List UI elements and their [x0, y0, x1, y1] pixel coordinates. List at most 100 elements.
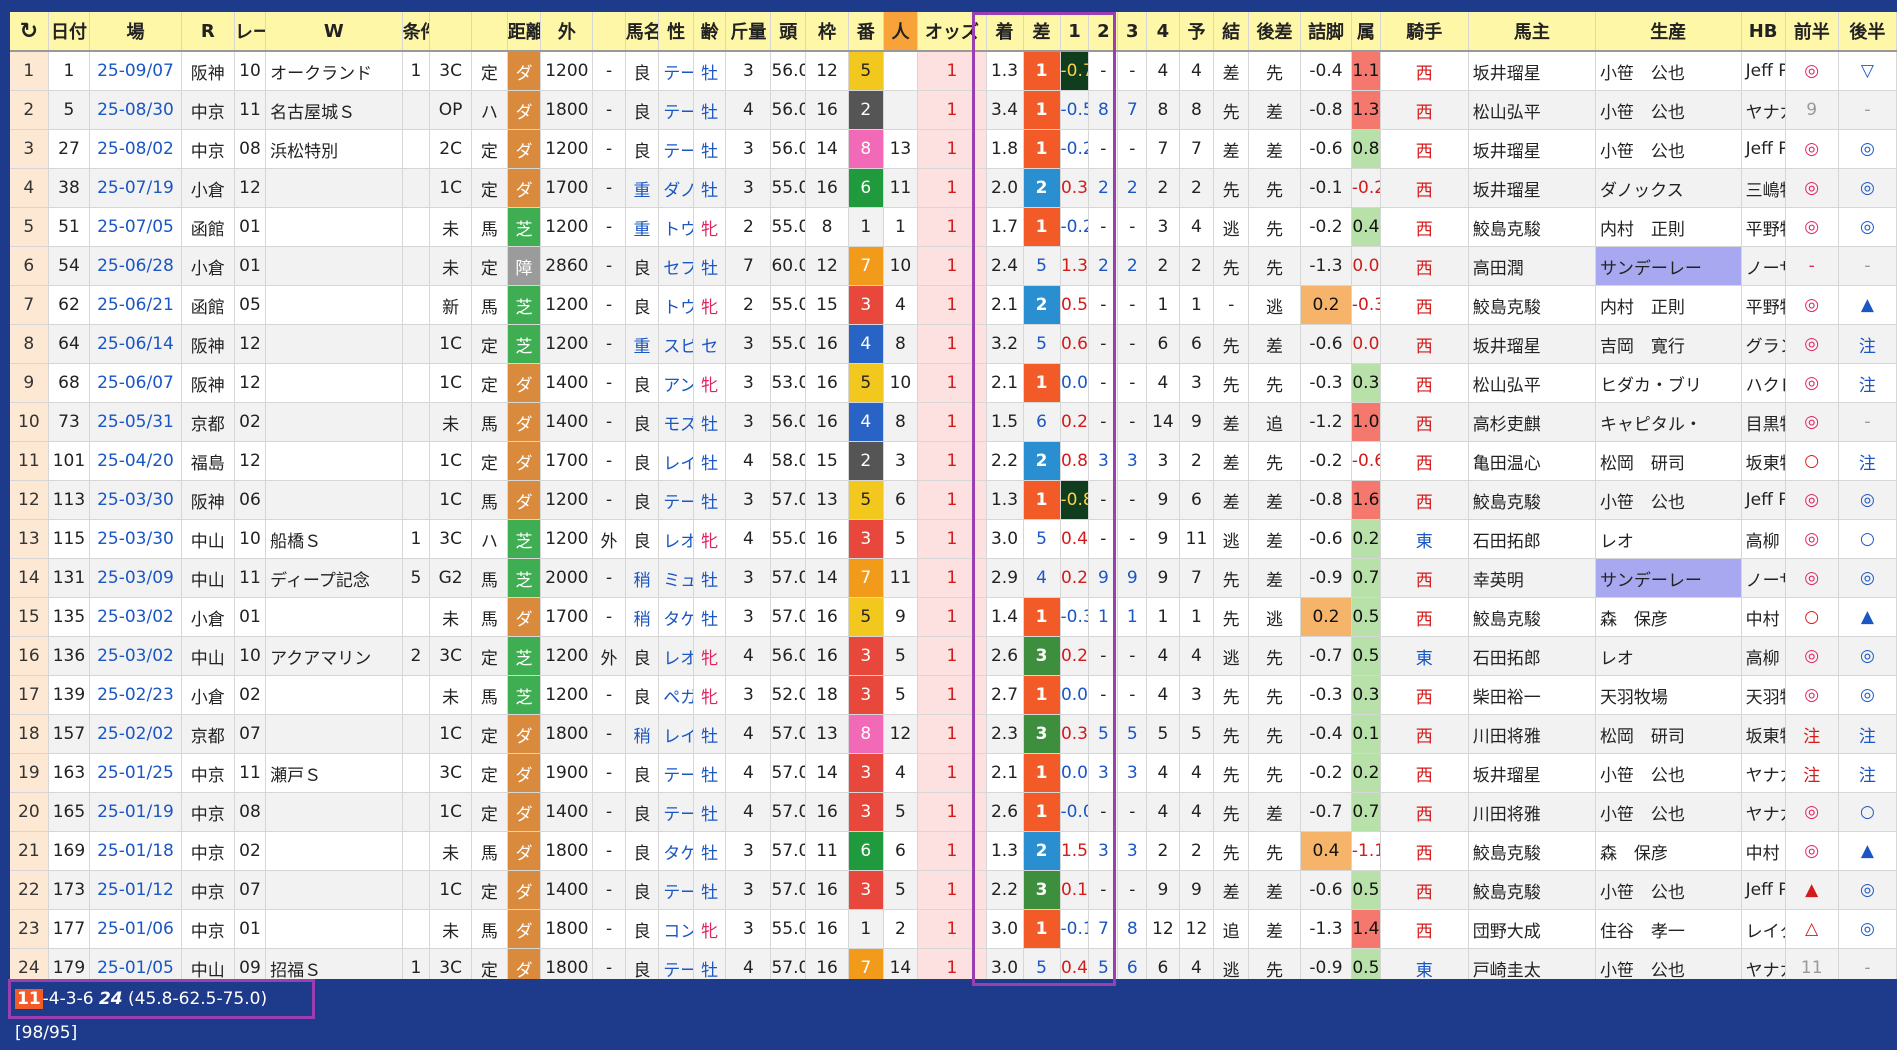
cell-date[interactable]: 25-02/02	[89, 714, 182, 754]
cell-date[interactable]: 25-07/05	[89, 207, 182, 247]
table-row[interactable]: 1613625-03/02中山10アクアマリン23C定芝1200外良レオテミス牝…	[10, 636, 1897, 676]
cell-date[interactable]: 25-02/23	[89, 675, 182, 715]
cell-date[interactable]: 25-06/07	[89, 363, 182, 403]
table-row[interactable]: 2016525-01/19中京081C定ダ1400-良テーオードラッカー牡457…	[10, 792, 1897, 832]
cell-date[interactable]: 25-08/30	[89, 90, 182, 130]
cell-date[interactable]: 25-01/19	[89, 792, 182, 832]
column-header[interactable]: 予	[1179, 12, 1215, 52]
table-row[interactable]: 1125-09/07阪神10オークランド13C定ダ1200-良テーオーエルビス牡…	[10, 51, 1897, 91]
column-header[interactable]: 場	[89, 12, 182, 52]
cell-horse[interactable]: レイワサンサン	[658, 714, 694, 754]
cell-horse[interactable]: ミュージアムマイル	[658, 558, 694, 598]
table-row[interactable]: 86425-06/14阪神121C定芝1200-重スピリットライズセ355.01…	[10, 324, 1897, 364]
cell-horse[interactable]: テーオーエルビス	[658, 870, 694, 910]
cell-horse[interactable]: ペガサスノース	[658, 675, 694, 715]
cell-horse[interactable]: スピリットライズ	[658, 324, 694, 364]
table-row[interactable]: 65425-06/28小倉01未定障2860-良セファーラジエル牡760.012…	[10, 246, 1897, 286]
column-header[interactable]: HB	[1741, 12, 1786, 52]
column-header[interactable]: 2	[1088, 12, 1119, 52]
cell-horse[interactable]: テーオーエルビス	[658, 129, 694, 169]
column-header[interactable]: W	[265, 12, 403, 52]
column-header[interactable]: 外	[540, 12, 594, 52]
cell-horse[interactable]: テーオーパスワード	[658, 753, 694, 793]
column-header[interactable]: 騎手	[1380, 12, 1469, 52]
column-header[interactable]: 4	[1146, 12, 1180, 52]
column-header[interactable]: 着	[986, 12, 1024, 52]
cell-horse[interactable]: トウカイマシェリ	[658, 207, 694, 247]
column-header[interactable]: 後差	[1248, 12, 1302, 52]
cell-date[interactable]: 25-01/12	[89, 870, 182, 910]
table-row[interactable]: 1513525-03/02小倉01未馬ダ1700-稍タケルハーロック牡357.0…	[10, 597, 1897, 637]
cell-horse[interactable]: タケルハーロック	[658, 597, 694, 637]
column-header[interactable]: 前半	[1785, 12, 1839, 52]
column-header[interactable]: 枠	[805, 12, 849, 52]
cell-horse[interactable]: レオテミス	[658, 636, 694, 676]
cell-date[interactable]: 25-07/19	[89, 168, 182, 208]
table-row[interactable]: 55125-07/05函館01未馬芝1200-重トウカイマシェリ牝255.081…	[10, 207, 1897, 247]
cell-date[interactable]: 25-04/20	[89, 441, 182, 481]
column-header[interactable]: 3	[1117, 12, 1148, 52]
table-row[interactable]: 1413125-03/09中山11ディープ記念5G2馬芝2000-稍ミュージアム…	[10, 558, 1897, 598]
table-row[interactable]: 107325-05/31京都02未馬ダ1400-良モズケイスター牡356.016…	[10, 402, 1897, 442]
column-header[interactable]: 距離	[507, 12, 542, 52]
column-header[interactable]: 属	[1351, 12, 1381, 52]
table-row[interactable]: 76225-06/21函館05新馬芝1200-良トウカイマシェリ牝255.015…	[10, 285, 1897, 325]
cell-horse[interactable]: トウカイマシェリ	[658, 285, 694, 325]
table-row[interactable]: 2417925-01/05中山09招福Ｓ13C定ダ1800-良テーオーパスワード…	[10, 948, 1897, 979]
column-header[interactable]: 人	[883, 12, 919, 52]
table-row[interactable]: 1110125-04/20福島121C定ダ1700-良レイワサンサン牡458.0…	[10, 441, 1897, 481]
cell-horse[interactable]: タケルハーロック	[658, 831, 694, 871]
cell-horse[interactable]: テーオーパスワード	[658, 90, 694, 130]
column-header[interactable]: 頭	[770, 12, 807, 52]
cell-horse[interactable]: レイワサンサン	[658, 441, 694, 481]
table-row[interactable]: 2217325-01/12中京071C定ダ1400-良テーオーエルビス牡357.…	[10, 870, 1897, 910]
cell-date[interactable]: 25-03/02	[89, 636, 182, 676]
table-row[interactable]: 43825-07/19小倉121C定ダ1700-重ダノンヴェステル牡355.01…	[10, 168, 1897, 208]
cell-date[interactable]: 25-05/31	[89, 402, 182, 442]
cell-date[interactable]: 25-03/30	[89, 480, 182, 520]
column-header[interactable]: 詰脚	[1300, 12, 1352, 52]
column-header[interactable]: 日付	[48, 12, 91, 52]
table-row[interactable]: 2525-08/30中京11名古屋城ＳOPハダ1800-良テーオーパスワード牡4…	[10, 90, 1897, 130]
table-row[interactable]: 1815725-02/02京都071C定ダ1800-稍レイワサンサン牡457.0…	[10, 714, 1897, 754]
cell-date[interactable]: 25-06/21	[89, 285, 182, 325]
cell-date[interactable]: 25-01/06	[89, 909, 182, 949]
column-header[interactable]: 1	[1060, 12, 1090, 52]
cell-date[interactable]: 25-01/18	[89, 831, 182, 871]
table-row[interactable]: 1311525-03/30中山10船橋Ｓ13Cハ芝1200外良レオテミス牝455…	[10, 519, 1897, 559]
cell-date[interactable]: 25-03/09	[89, 558, 182, 598]
cell-horse[interactable]: モズケイスター	[658, 402, 694, 442]
table-row[interactable]: 2116925-01/18中京02未馬ダ1800-良タケルハーロック牡357.0…	[10, 831, 1897, 871]
column-header[interactable]: 生産	[1595, 12, 1742, 52]
cell-date[interactable]: 25-03/02	[89, 597, 182, 637]
column-header[interactable]: R	[181, 12, 235, 52]
table-row[interactable]: 32725-08/02中京08浜松特別2C定ダ1200-良テーオーエルビス牡35…	[10, 129, 1897, 169]
table-row[interactable]: 1713925-02/23小倉02未馬芝1200-良ペガサスノース牝352.01…	[10, 675, 1897, 715]
column-header[interactable]: 後半	[1838, 12, 1897, 52]
table-row[interactable]: 1916325-01/25中京11瀬戸Ｓ3C定ダ1900-良テーオーパスワード牡…	[10, 753, 1897, 793]
cell-horse[interactable]: アンズアメ	[658, 363, 694, 403]
column-header[interactable]: オッズ	[917, 12, 987, 52]
cell-horse[interactable]: レオテミス	[658, 519, 694, 559]
cell-horse[interactable]: コンテナライン	[658, 909, 694, 949]
column-header[interactable]: 条件	[402, 12, 431, 52]
cell-date[interactable]: 25-01/05	[89, 948, 182, 979]
table-row[interactable]: 2317725-01/06中京01未馬ダ1800-良コンテナライン牝355.01…	[10, 909, 1897, 949]
column-header[interactable]: 差	[1023, 12, 1061, 52]
cell-date[interactable]: 25-09/07	[89, 51, 182, 91]
cell-horse[interactable]: テーオーパスワード	[658, 948, 694, 979]
column-header[interactable]: 性	[658, 12, 694, 52]
table-row[interactable]: 96825-06/07阪神121C定ダ1400-良アンズアメ牝353.01651…	[10, 363, 1897, 403]
cell-horse[interactable]: セファーラジエル	[658, 246, 694, 286]
column-header[interactable]: 結	[1213, 12, 1249, 52]
column-header[interactable]: レース名	[234, 12, 267, 52]
column-header[interactable]: 馬主	[1468, 12, 1596, 52]
cell-horse[interactable]: テーオーエルビス	[658, 51, 694, 91]
cell-date[interactable]: 25-06/28	[89, 246, 182, 286]
column-header[interactable]: 馬名	[625, 12, 660, 52]
column-header[interactable]: 斤量	[725, 12, 772, 52]
cell-horse[interactable]: テーオードラッカー	[658, 792, 694, 832]
refresh-button[interactable]: ↻	[10, 12, 49, 52]
cell-date[interactable]: 25-01/25	[89, 753, 182, 793]
cell-horse[interactable]: ダノンヴェステル	[658, 168, 694, 208]
